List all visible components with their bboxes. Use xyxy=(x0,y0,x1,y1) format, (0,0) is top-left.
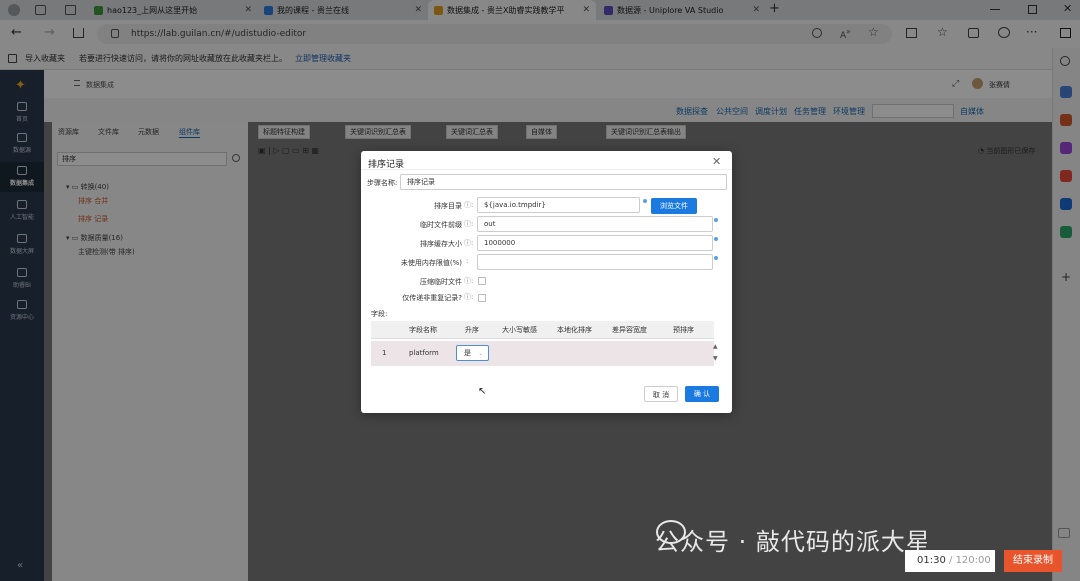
ascending-value: 是 xyxy=(464,349,471,357)
scroll-up-icon[interactable]: ▲ xyxy=(713,343,718,350)
free-memory-input[interactable] xyxy=(477,254,713,270)
sort-cache-label: 排序缓存大小 xyxy=(420,240,462,248)
col-presorted[interactable]: 预排序 xyxy=(673,325,694,335)
help-icon[interactable]: ⓘ: xyxy=(464,292,473,302)
wechat-icon xyxy=(656,520,686,544)
elapsed-time: 01:30 xyxy=(917,555,946,566)
total-time: / 120:00 xyxy=(949,555,991,566)
variable-icon[interactable] xyxy=(643,199,647,203)
variable-icon[interactable] xyxy=(714,218,718,222)
step-name-input[interactable]: 排序记录 xyxy=(400,174,727,190)
help-icon[interactable]: ⓘ: xyxy=(464,276,473,286)
sort-cache-input[interactable]: 1000000 xyxy=(477,235,713,251)
watermark: 公众号 · 敲代码的派大星 xyxy=(655,528,931,556)
col-collation[interactable]: 差异容宽度 xyxy=(612,325,647,335)
temp-prefix-label: 临时文件前缀 xyxy=(420,221,462,229)
sort-dir-input[interactable]: ${java.io.tmpdir} xyxy=(477,197,640,213)
temp-prefix-input[interactable]: out xyxy=(477,216,713,232)
help-icon[interactable]: ⓘ: xyxy=(464,200,473,210)
unique-rows-label: 仅传递非重复记录? xyxy=(402,294,462,302)
help-icon[interactable]: : xyxy=(466,257,468,265)
close-icon[interactable]: ✕ xyxy=(712,155,721,168)
end-recording-button[interactable]: 结束录制 xyxy=(1004,550,1062,572)
mouse-cursor-icon: ↖ xyxy=(478,386,487,397)
unique-rows-checkbox[interactable] xyxy=(478,294,486,302)
dialog-divider xyxy=(361,169,732,170)
compress-label: 压缩临时文件 xyxy=(420,278,462,286)
col-field-name[interactable]: 字段名称 xyxy=(409,325,437,335)
browse-file-button[interactable]: 浏览文件 xyxy=(651,198,697,214)
recording-timer: 01:30 / 120:00 xyxy=(905,550,995,572)
cancel-button[interactable]: 取 消 xyxy=(644,386,678,402)
col-locale-sort[interactable]: 本地化排序 xyxy=(557,325,592,335)
chevron-down-icon: ⌄ xyxy=(478,350,484,357)
help-icon[interactable]: ⓘ: xyxy=(464,219,473,229)
free-memory-label: 未使用内存限值(%) xyxy=(400,259,462,267)
variable-icon[interactable] xyxy=(714,237,718,241)
variable-icon[interactable] xyxy=(714,256,718,260)
ascending-select[interactable]: 是 ⌄ xyxy=(456,345,489,361)
compress-checkbox[interactable] xyxy=(478,277,486,285)
col-case-sensitive[interactable]: 大小写敏感 xyxy=(502,325,537,335)
scroll-down-icon[interactable]: ▼ xyxy=(713,355,718,362)
col-ascending[interactable]: 升序 xyxy=(465,325,479,335)
row-field-name[interactable]: platform xyxy=(409,349,439,357)
fields-title: 字段: xyxy=(371,310,388,318)
confirm-button[interactable]: 确 认 xyxy=(685,386,719,402)
step-name-label: 步骤名称: xyxy=(367,179,398,187)
sort-dir-label: 排序目录 xyxy=(434,202,462,210)
help-icon[interactable]: ⓘ: xyxy=(464,238,473,248)
recorder-icon[interactable] xyxy=(1058,528,1070,538)
row-index: 1 xyxy=(382,349,387,357)
